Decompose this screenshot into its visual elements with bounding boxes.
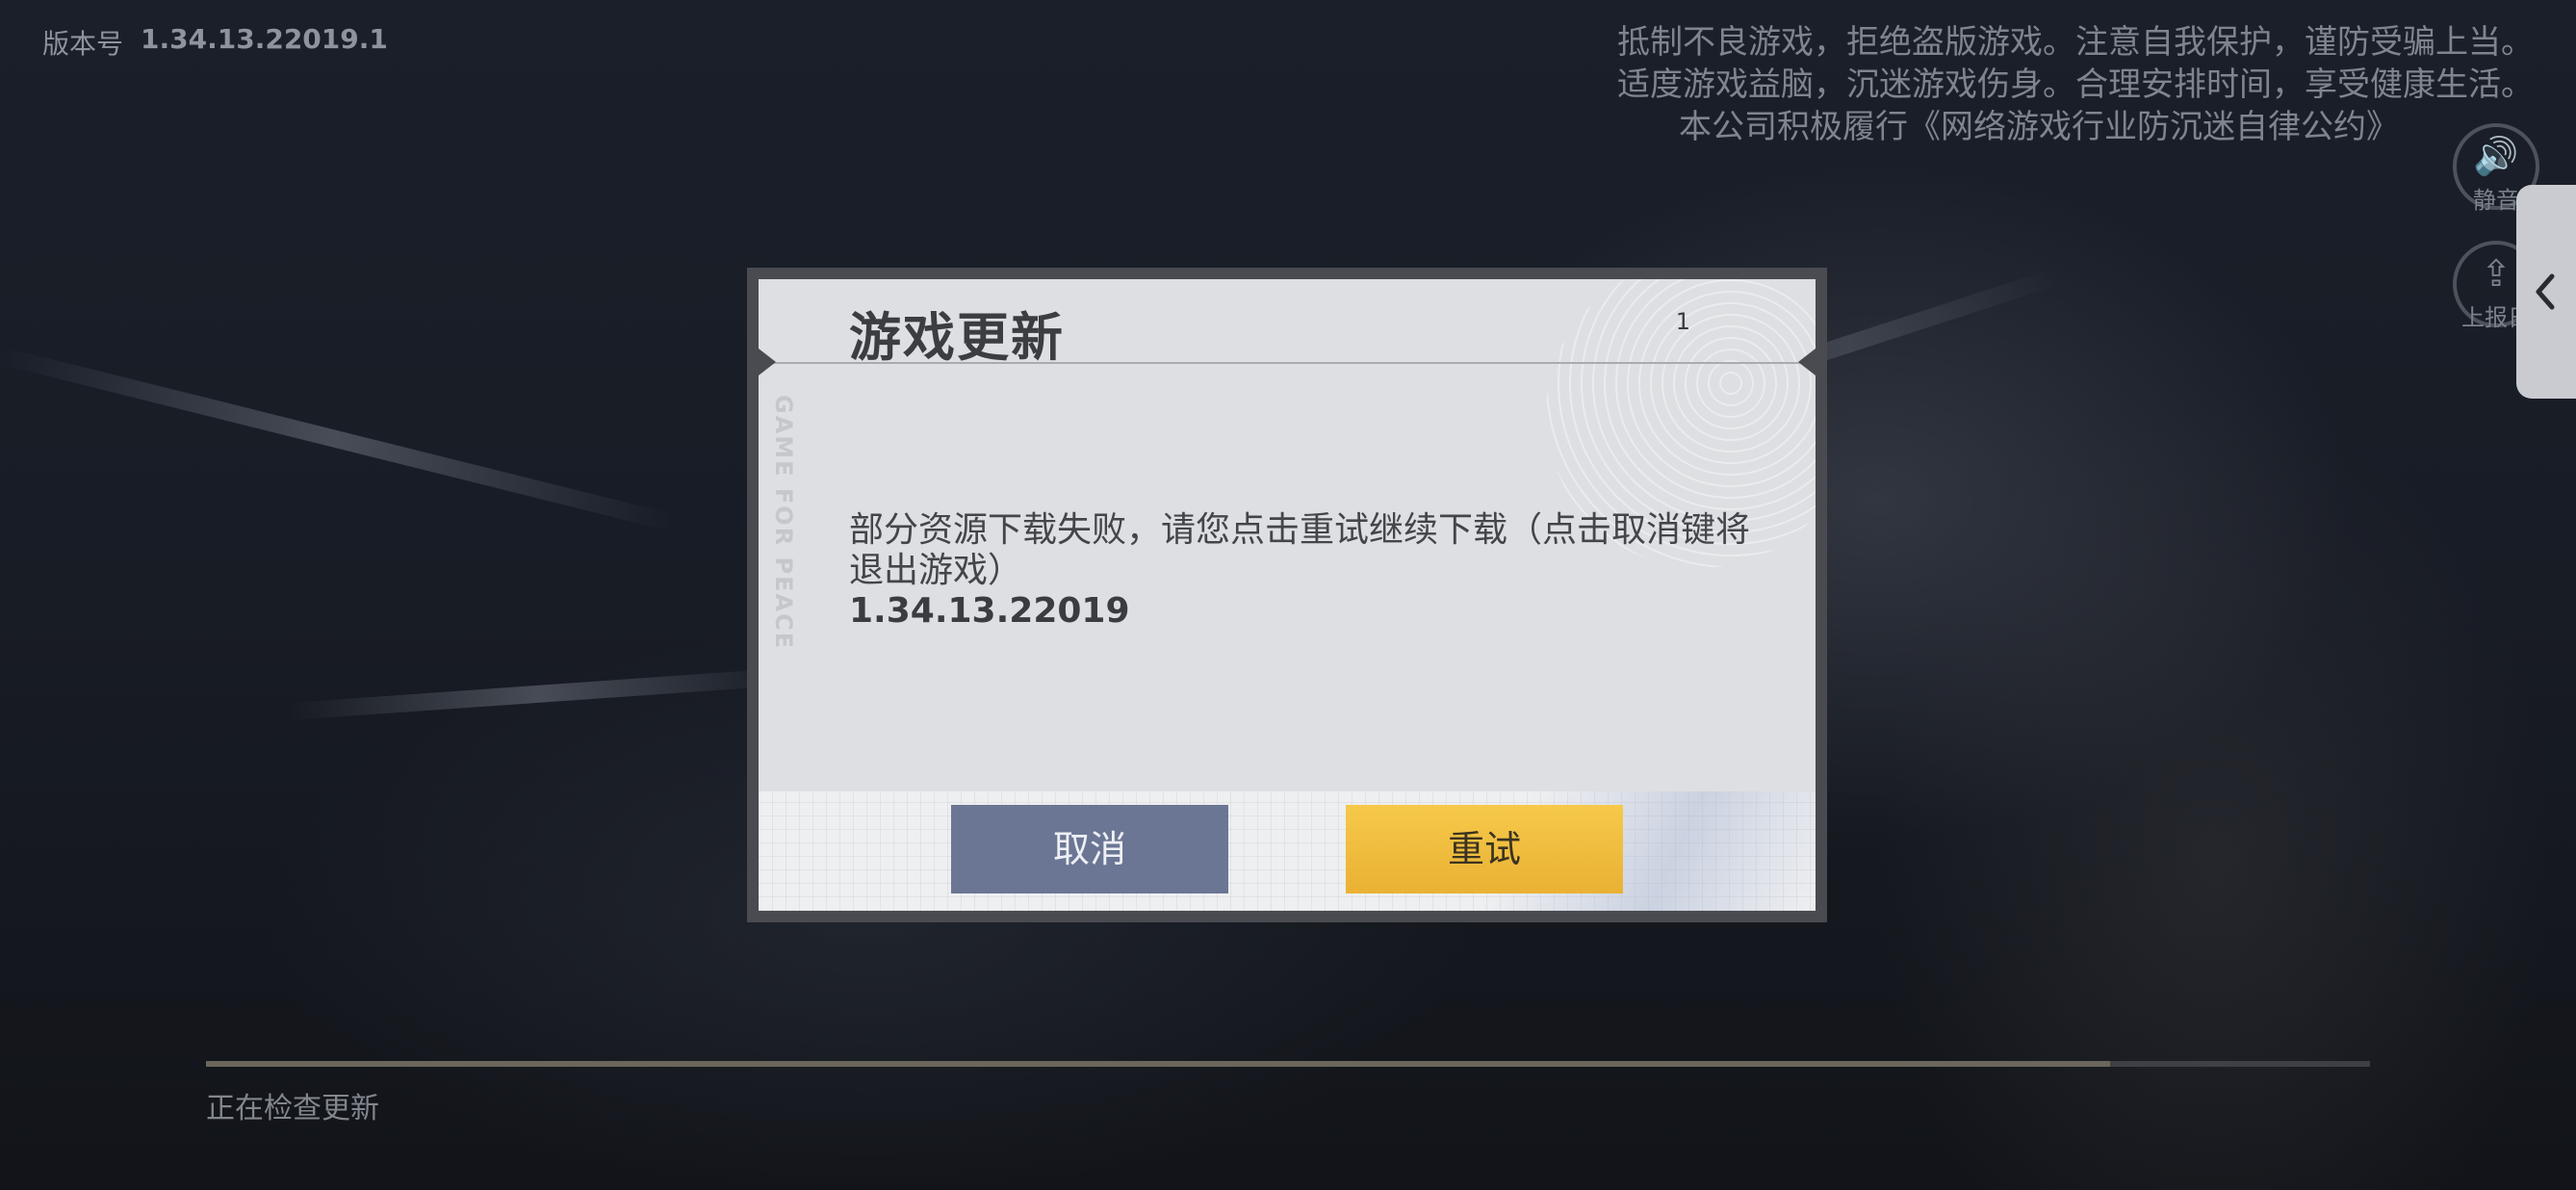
notice-line: 适度游戏益脑，沉迷游戏伤身。合理安排时间，享受健康生活。	[1617, 65, 2534, 104]
dialog-panel: GAME FOR PEACE 游戏更新 1 部分资源下载失败，请您点击重试继续下…	[759, 279, 1816, 911]
dialog-message: 部分资源下载失败，请您点击重试继续下载（点击取消键将退出游戏）	[849, 510, 1751, 590]
anti-addiction-notice: 抵制不良游戏，拒绝盗版游戏。注意自我保护，谨防受骗上当。 适度游戏益脑，沉迷游戏…	[1378, 21, 2534, 148]
update-progress-bar	[206, 1061, 2370, 1067]
dialog-count: 1	[1675, 308, 1690, 335]
collapse-panel-tab[interactable]	[2516, 185, 2576, 399]
dialog-side-watermark: GAME FOR PEACE	[770, 395, 797, 651]
version-info: 版本号 1.34.13.22019.1	[42, 23, 388, 62]
retry-button[interactable]: 重试	[1346, 805, 1623, 893]
version-label: 版本号	[42, 28, 124, 60]
dialog-version: 1.34.13.22019	[849, 591, 1130, 631]
notice-line: 抵制不良游戏，拒绝盗版游戏。注意自我保护，谨防受骗上当。	[1617, 23, 2534, 62]
header-notch-right	[1798, 349, 1816, 375]
chevron-left-icon	[2536, 273, 2555, 310]
header-notch-left	[759, 349, 776, 375]
background-streak	[0, 347, 675, 531]
update-status-text: 正在检查更新	[206, 1092, 379, 1125]
dialog-header: 游戏更新 1	[759, 279, 1816, 368]
background-streak	[288, 667, 789, 720]
speaker-icon: 🔊	[2473, 135, 2519, 177]
update-dialog: GAME FOR PEACE 游戏更新 1 部分资源下载失败，请您点击重试继续下…	[747, 268, 1827, 922]
update-progress-fill	[206, 1061, 2111, 1067]
notice-line: 本公司积极履行《网络游戏行业防沉迷自律公约》	[1679, 108, 2399, 146]
version-value: 1.34.13.22019.1	[141, 23, 388, 55]
cancel-button[interactable]: 取消	[951, 805, 1228, 893]
dialog-title: 游戏更新	[849, 307, 1065, 368]
dialog-button-bar: 取消 重试	[759, 791, 1816, 911]
